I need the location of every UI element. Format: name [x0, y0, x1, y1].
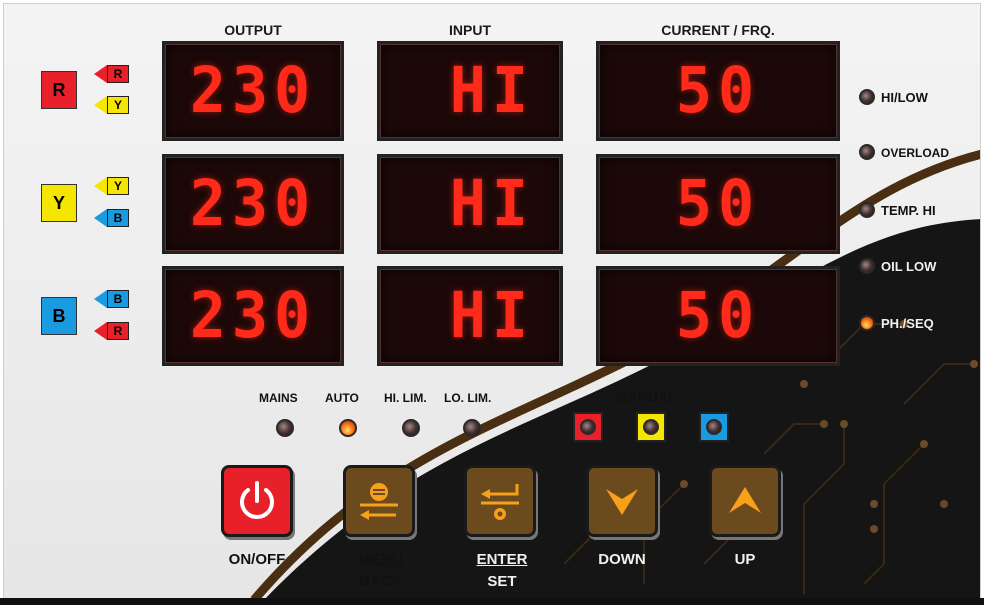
tag-text: B — [113, 292, 123, 306]
back-text: BACK — [359, 573, 403, 590]
manual-y-lamp — [643, 419, 659, 435]
phase-r-badge: R — [41, 71, 77, 109]
arrow-left-icon — [94, 290, 107, 308]
overload-label: OVERLOAD — [881, 146, 950, 160]
menu-back-button[interactable] — [343, 465, 415, 537]
up-label: UP — [709, 549, 781, 571]
overload-lamp — [859, 144, 875, 160]
down-label: DOWN — [586, 549, 658, 571]
manual-r-button[interactable] — [573, 412, 603, 442]
phase-b-label: B — [52, 305, 66, 326]
oil-low-lamp — [859, 258, 875, 274]
input-display-r: HI — [377, 41, 563, 141]
hi-lim-label: HI. LIM. — [384, 391, 427, 405]
up-text: UP — [734, 551, 756, 568]
chevron-up-icon — [729, 487, 761, 513]
phase-y-badge: Y — [41, 184, 77, 222]
arrow-left-icon — [94, 322, 107, 340]
arrow-left-icon — [94, 177, 107, 195]
auto-lamp — [339, 419, 357, 437]
output-display-r: 230 — [162, 41, 344, 141]
oil-low-label: OIL LOW — [881, 259, 937, 274]
enter-set-label: ENTER SET — [464, 549, 540, 593]
tag-text: Y — [113, 179, 122, 193]
tag-text: R — [113, 324, 123, 338]
phase-y-tag-1: Y — [107, 177, 129, 195]
output-header: OUTPUT — [224, 22, 282, 38]
arrow-left-icon — [94, 65, 107, 83]
lo-lim-lamp — [463, 419, 481, 437]
on-off-button[interactable] — [221, 465, 293, 537]
phase-b-badge: B — [41, 297, 77, 335]
current-frequency-header: CURRENT / FRQ. — [661, 22, 775, 38]
input-value-b: HI — [449, 279, 534, 353]
auto-label: AUTO — [325, 391, 359, 405]
phase-y-label: Y — [52, 192, 65, 213]
hi-lim-lamp — [402, 419, 420, 437]
input-display-b: HI — [377, 266, 563, 366]
enter-set-button[interactable] — [464, 465, 536, 537]
phase-r-tag-1: R — [107, 65, 129, 83]
manual-label: MANUAL — [616, 389, 677, 405]
up-button[interactable] — [709, 465, 781, 537]
down-button[interactable] — [586, 465, 658, 537]
current-value-b: 50 — [675, 279, 761, 353]
ph-seq-label: PH./SEQ — [881, 316, 934, 331]
temp-hi-label: TEMP. HI — [881, 203, 936, 218]
input-value-y: HI — [449, 167, 534, 241]
manual-y-button[interactable] — [636, 412, 666, 442]
output-value-y: 230 — [189, 167, 317, 241]
phase-y-tag-2: B — [107, 209, 129, 227]
enter-set-icon — [481, 484, 519, 520]
output-value-b: 230 — [189, 279, 317, 353]
tag-text: B — [113, 211, 123, 225]
input-display-y: HI — [377, 154, 563, 254]
input-header: INPUT — [449, 22, 491, 38]
set-text: SET — [487, 573, 517, 590]
on-off-label: ON/OFF — [221, 549, 293, 571]
phase-r-label: R — [52, 79, 66, 100]
menu-back-icon — [360, 483, 398, 520]
chevron-down-icon — [606, 489, 638, 515]
hi-low-lamp — [859, 89, 875, 105]
ph-seq-lamp — [859, 315, 875, 331]
manual-b-button[interactable] — [699, 412, 729, 442]
current-display-b: 50 — [596, 266, 840, 366]
temp-hi-lamp — [859, 202, 875, 218]
manual-r-lamp — [580, 419, 596, 435]
input-value-r: HI — [449, 54, 534, 128]
mains-label: MAINS — [259, 391, 298, 405]
current-value-y: 50 — [675, 167, 761, 241]
arrow-left-icon — [94, 96, 107, 114]
down-text: DOWN — [598, 551, 646, 568]
on-off-text: ON/OFF — [228, 551, 286, 568]
tag-text: R — [113, 67, 123, 81]
phase-b-tag-2: R — [107, 322, 129, 340]
control-panel: OUTPUT INPUT CURRENT / FRQ. R R Y 230 HI… — [3, 3, 981, 599]
tag-text: Y — [113, 98, 122, 112]
current-display-y: 50 — [596, 154, 840, 254]
current-display-r: 50 — [596, 41, 840, 141]
mains-lamp — [276, 419, 294, 437]
output-value-r: 230 — [189, 54, 317, 128]
lo-lim-label: LO. LIM. — [444, 391, 492, 405]
output-display-y: 230 — [162, 154, 344, 254]
phase-r-tag-2: Y — [107, 96, 129, 114]
bottom-edge-bar — [0, 598, 984, 605]
output-display-b: 230 — [162, 266, 344, 366]
enter-text: ENTER — [476, 551, 528, 568]
current-value-r: 50 — [675, 54, 761, 128]
menu-text: MENU — [358, 551, 404, 568]
menu-back-label: MENU BACK — [343, 549, 419, 593]
phase-b-tag-1: B — [107, 290, 129, 308]
arrow-left-icon — [94, 209, 107, 227]
hi-low-label: HI/LOW — [881, 90, 928, 105]
manual-b-lamp — [706, 419, 722, 435]
power-icon — [240, 481, 274, 519]
